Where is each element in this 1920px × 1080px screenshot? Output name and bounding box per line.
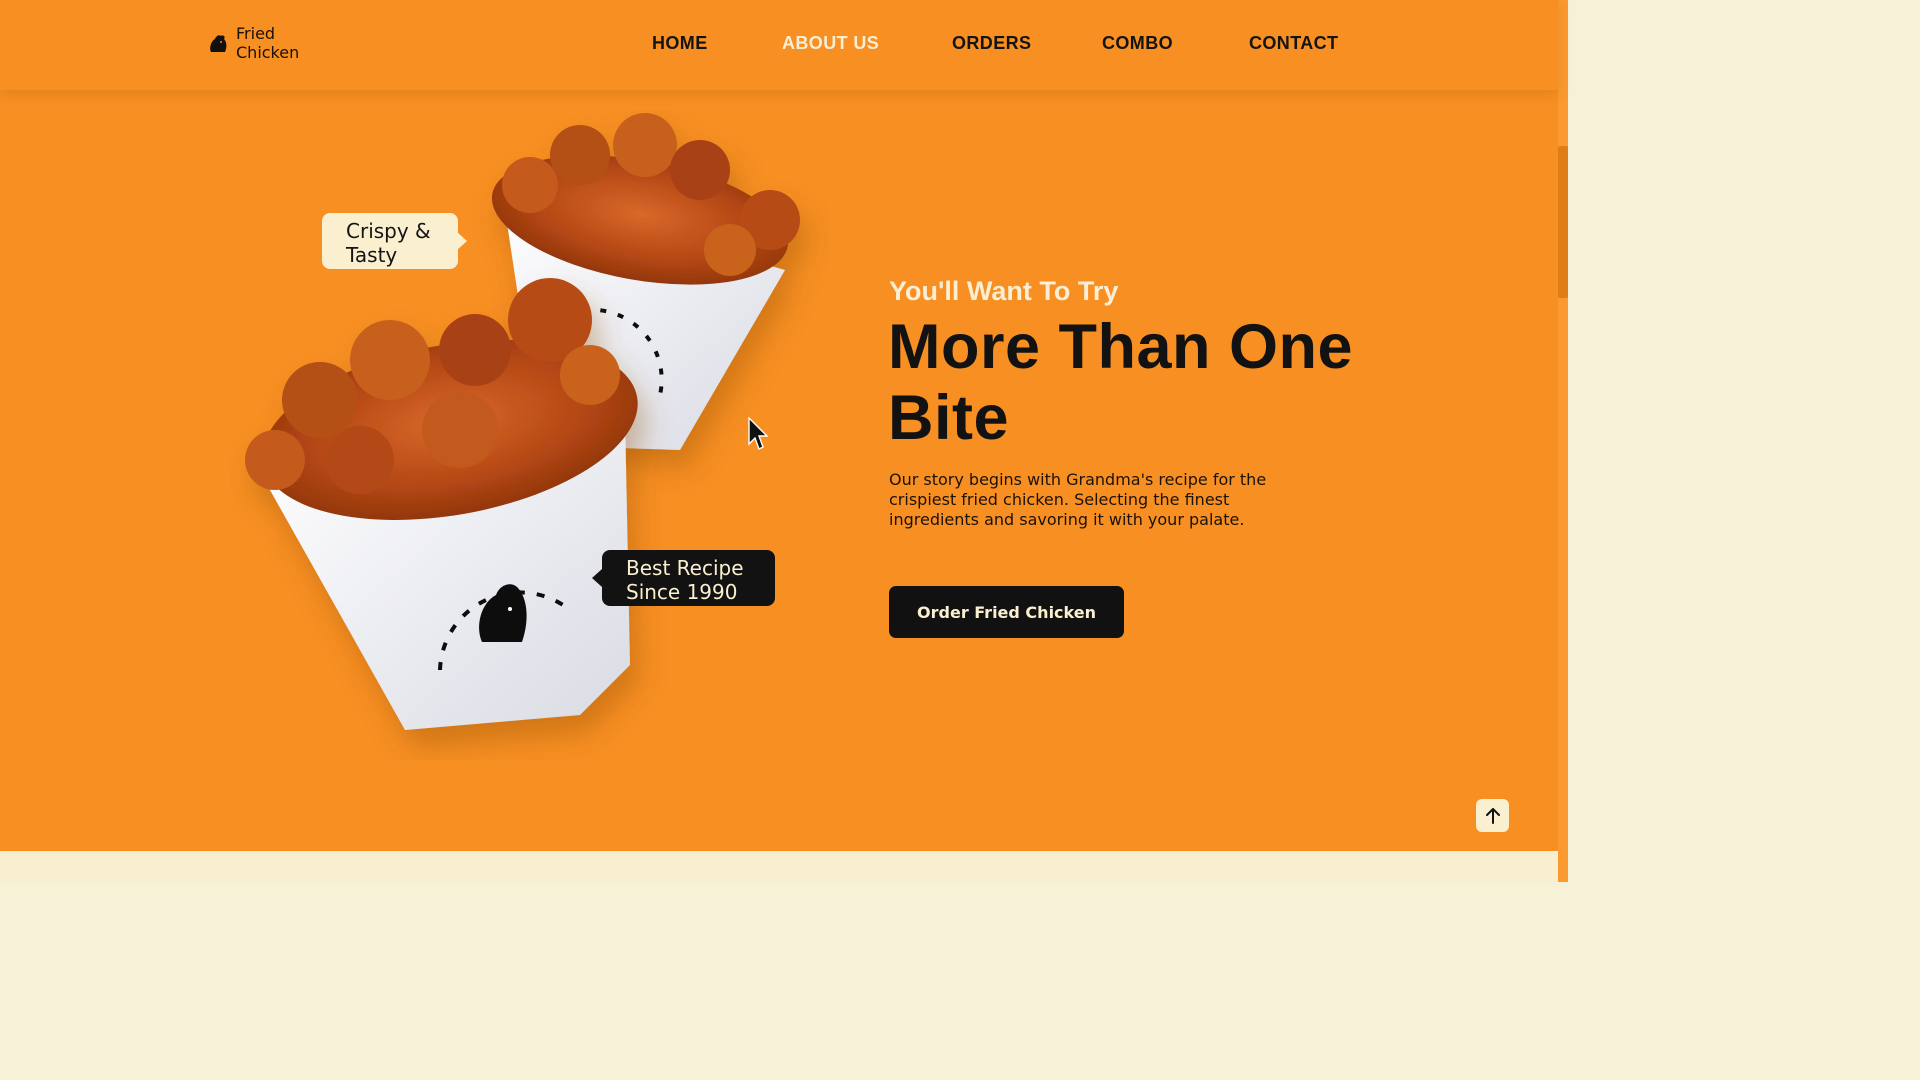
next-section-preview <box>0 851 1558 882</box>
brand-name: Fried Chicken <box>236 24 299 62</box>
site-header: Fried Chicken HOME ABOUT US ORDERS COMBO… <box>0 0 1558 90</box>
front-bucket <box>245 278 638 730</box>
brand-logo[interactable]: Fried Chicken <box>206 24 299 62</box>
nav-home[interactable]: HOME <box>652 33 708 54</box>
nav-combo[interactable]: COMBO <box>1102 33 1173 54</box>
chicken-buckets-image <box>245 113 800 730</box>
nav-orders[interactable]: ORDERS <box>952 33 1031 54</box>
back-to-top-button[interactable] <box>1476 799 1509 832</box>
best-recipe-badge: Best Recipe Since 1990 <box>592 550 775 606</box>
mouse-cursor-icon <box>748 417 768 450</box>
nav-about-us[interactable]: ABOUT US <box>782 33 879 54</box>
brand-line-1: Fried <box>236 24 276 43</box>
hero-eyebrow: You'll Want To Try <box>889 276 1119 306</box>
crispy-tasty-badge: Crispy & Tasty <box>322 213 467 269</box>
nav-contact[interactable]: CONTACT <box>1249 33 1338 54</box>
hero-headline: More Than One Bite <box>888 312 1354 453</box>
chicken-logo-icon <box>210 35 227 52</box>
page-scrollbar[interactable] <box>1558 0 1568 882</box>
brand-line-2: Chicken <box>236 43 300 62</box>
scrollbar-thumb[interactable] <box>1558 146 1568 298</box>
hero-description: Our story begins with Grandma's recipe f… <box>889 470 1267 529</box>
arrow-up-icon <box>1485 807 1500 824</box>
order-fried-chicken-button[interactable]: Order Fried Chicken <box>889 586 1124 638</box>
